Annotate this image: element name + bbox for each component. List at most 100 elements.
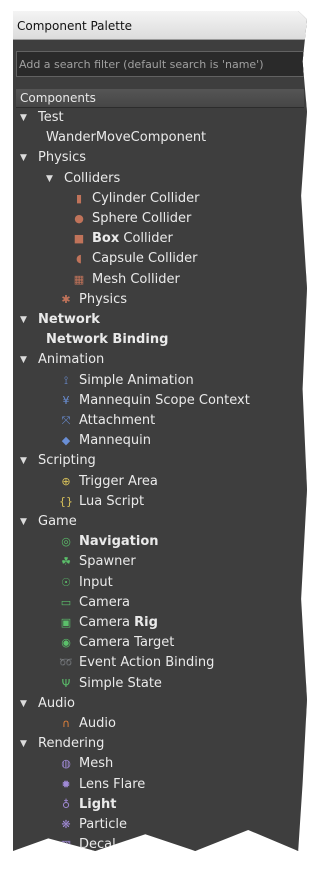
tree-category-row[interactable]: ▼ Network <box>16 310 304 330</box>
tree-item-label: Colliders <box>64 170 121 186</box>
tree-item-row[interactable]: ◍ Mesh <box>16 754 304 774</box>
tree-item-row[interactable]: ⊕ Trigger Area <box>16 472 304 492</box>
tree-item-label: Trigger Area <box>79 473 158 489</box>
simple-animation-icon: ⟟ <box>63 373 69 387</box>
expand-arrow-icon[interactable]: ▼ <box>20 451 30 471</box>
tree-item-label: WanderMoveComponent <box>46 130 207 146</box>
tree-item-row[interactable]: ◖ Capsule Collider <box>16 249 304 269</box>
tree-category-row[interactable]: ▼ Rendering <box>16 734 304 754</box>
tree-category-row[interactable]: ▼ Physics <box>16 148 304 168</box>
title-bar[interactable]: Component Palette <box>13 11 307 40</box>
expand-arrow-icon[interactable]: ▼ <box>20 108 30 128</box>
tree-item-label: Game <box>38 514 77 529</box>
tree-item-label: Particle <box>79 817 128 832</box>
mesh-icon: ◍ <box>61 757 71 771</box>
tree-item-label: Audio <box>38 695 75 711</box>
tree-item-row[interactable]: ➿ Event Action Binding <box>16 653 304 673</box>
navigation-icon: ◎ <box>61 535 71 549</box>
tree-item-label: Attachment <box>79 413 156 428</box>
tree-item-label: Capsule Collider <box>92 251 198 267</box>
capsule-icon: ◖ <box>76 252 82 266</box>
tree-category-row[interactable]: ▼ Audio <box>16 694 304 714</box>
input-icon: ☉ <box>61 575 71 589</box>
tree-item-label: Mesh <box>79 756 114 772</box>
tree-item-label: Mesh Collider <box>92 271 180 287</box>
component-palette-panel: Component Palette Components ▼ Test Wander… <box>13 11 307 851</box>
tree-item-row[interactable]: Ψ Simple State <box>16 674 304 694</box>
tree-item-row[interactable]: ▦ Mesh Collider <box>16 270 304 290</box>
tree-item-label: Physics <box>38 150 87 166</box>
tree-item-label: Sphere Collider <box>92 211 192 226</box>
tree-column-header[interactable]: Components <box>16 89 304 108</box>
tree-item-label: Spawner <box>79 554 136 570</box>
component-tree[interactable]: ▼ Test WanderMoveComponent ▼ Physics ▼ Collide… <box>16 108 304 848</box>
expand-arrow-icon[interactable]: ▼ <box>20 512 30 532</box>
simple-state-icon: Ψ <box>61 676 71 690</box>
tree-item-row[interactable]: ◉ Camera Target <box>16 633 304 653</box>
cylinder-icon: ▮ <box>75 191 83 205</box>
camera-icon: ▭ <box>60 595 72 609</box>
tree-item-row[interactable]: ☉ Input <box>16 573 304 593</box>
tree-item-label: Simple State <box>79 675 162 691</box>
tree-item-row[interactable]: WanderMoveComponent <box>16 128 304 148</box>
tree-item-label: Mannequin Scope Context <box>79 392 250 408</box>
tree-item-row[interactable]: ▭ Camera <box>16 593 304 613</box>
trigger-area-icon: ⊕ <box>61 474 71 488</box>
tree-category-row[interactable]: ▼ Animation <box>16 350 304 370</box>
tree-item-row[interactable]: ✹ Lens Flare <box>16 775 304 795</box>
camera-target-icon: ◉ <box>61 636 71 650</box>
decal-icon: ▧ <box>60 838 72 848</box>
tree-item-label: Lua Script <box>79 493 145 509</box>
tree-category-row[interactable]: ▼ Test <box>16 108 304 128</box>
search-filter-input[interactable] <box>16 51 304 77</box>
tree-item-row[interactable]: ● Sphere Collider <box>16 209 304 229</box>
tree-item-row[interactable]: ☘ Spawner <box>16 552 304 572</box>
tree-item-row[interactable]: ✱ Physics <box>16 290 304 310</box>
tree-item-label: Decal <box>79 837 116 848</box>
tree-item-label: Rendering <box>38 736 105 752</box>
tree-item-label: Camera Rig <box>79 615 158 630</box>
lua-script-icon: {} <box>59 494 73 508</box>
expand-arrow-icon[interactable]: ▼ <box>20 694 30 714</box>
tree-item-row[interactable]: ◎ Navigation <box>16 532 304 552</box>
tree-item-row[interactable]: {} Lua Script <box>16 492 304 512</box>
tree-item-label: Scripting <box>38 453 96 469</box>
tree-category-row[interactable]: ▼ Scripting <box>16 451 304 471</box>
tree-item-row[interactable]: ⤧ Attachment <box>16 411 304 431</box>
tree-item-row[interactable]: ¥ Mannequin Scope Context <box>16 391 304 411</box>
expand-arrow-icon[interactable]: ▼ <box>20 310 30 330</box>
tree-item-row[interactable]: ■ Box Collider <box>16 229 304 249</box>
tree-item-row[interactable]: ❋ Particle <box>16 815 304 835</box>
attachment-icon: ⤧ <box>61 414 71 427</box>
tree-item-label: Event Action Binding <box>79 655 215 671</box>
tree-item-row[interactable]: ♁ Light <box>16 795 304 815</box>
expand-arrow-icon[interactable]: ▼ <box>20 734 30 754</box>
expand-arrow-icon[interactable]: ▼ <box>46 169 56 189</box>
tree-item-row[interactable]: ∩ Audio <box>16 714 304 734</box>
tree-item-row[interactable]: ▣ Camera Rig <box>16 613 304 633</box>
tree-item-label: Lens Flare <box>79 776 146 792</box>
tree-item-row[interactable]: ⟟ Simple Animation <box>16 371 304 391</box>
tree-item-label: Network <box>38 312 100 327</box>
mannequin-icon: ◆ <box>61 434 71 448</box>
tree-category-row[interactable]: ▼ Colliders <box>16 169 304 189</box>
tree-item-label: Audio <box>79 716 116 731</box>
tree-item-row[interactable]: ▮ Cylinder Collider <box>16 189 304 209</box>
audio-icon: ∩ <box>61 717 71 730</box>
sphere-icon: ● <box>74 212 84 225</box>
tree-item-label: Camera <box>79 594 131 610</box>
tree-item-row[interactable]: Network Binding <box>16 330 304 350</box>
tree-item-label: Mannequin <box>79 433 152 449</box>
tree-category-row[interactable]: ▼ Game <box>16 512 304 532</box>
tree-item-row[interactable]: ◆ Mannequin <box>16 431 304 451</box>
mesh-collider-icon: ▦ <box>73 272 85 286</box>
tree-item-label: Navigation <box>79 534 159 550</box>
spawner-icon: ☘ <box>61 555 71 569</box>
tree-item-row[interactable]: ▧ Decal <box>16 835 304 848</box>
particle-icon: ❋ <box>61 818 71 831</box>
expand-arrow-icon[interactable]: ▼ <box>20 350 30 370</box>
box-icon: ■ <box>73 232 85 246</box>
camera-rig-icon: ▣ <box>60 616 72 629</box>
panel-title: Component Palette <box>17 19 133 33</box>
expand-arrow-icon[interactable]: ▼ <box>20 148 30 168</box>
